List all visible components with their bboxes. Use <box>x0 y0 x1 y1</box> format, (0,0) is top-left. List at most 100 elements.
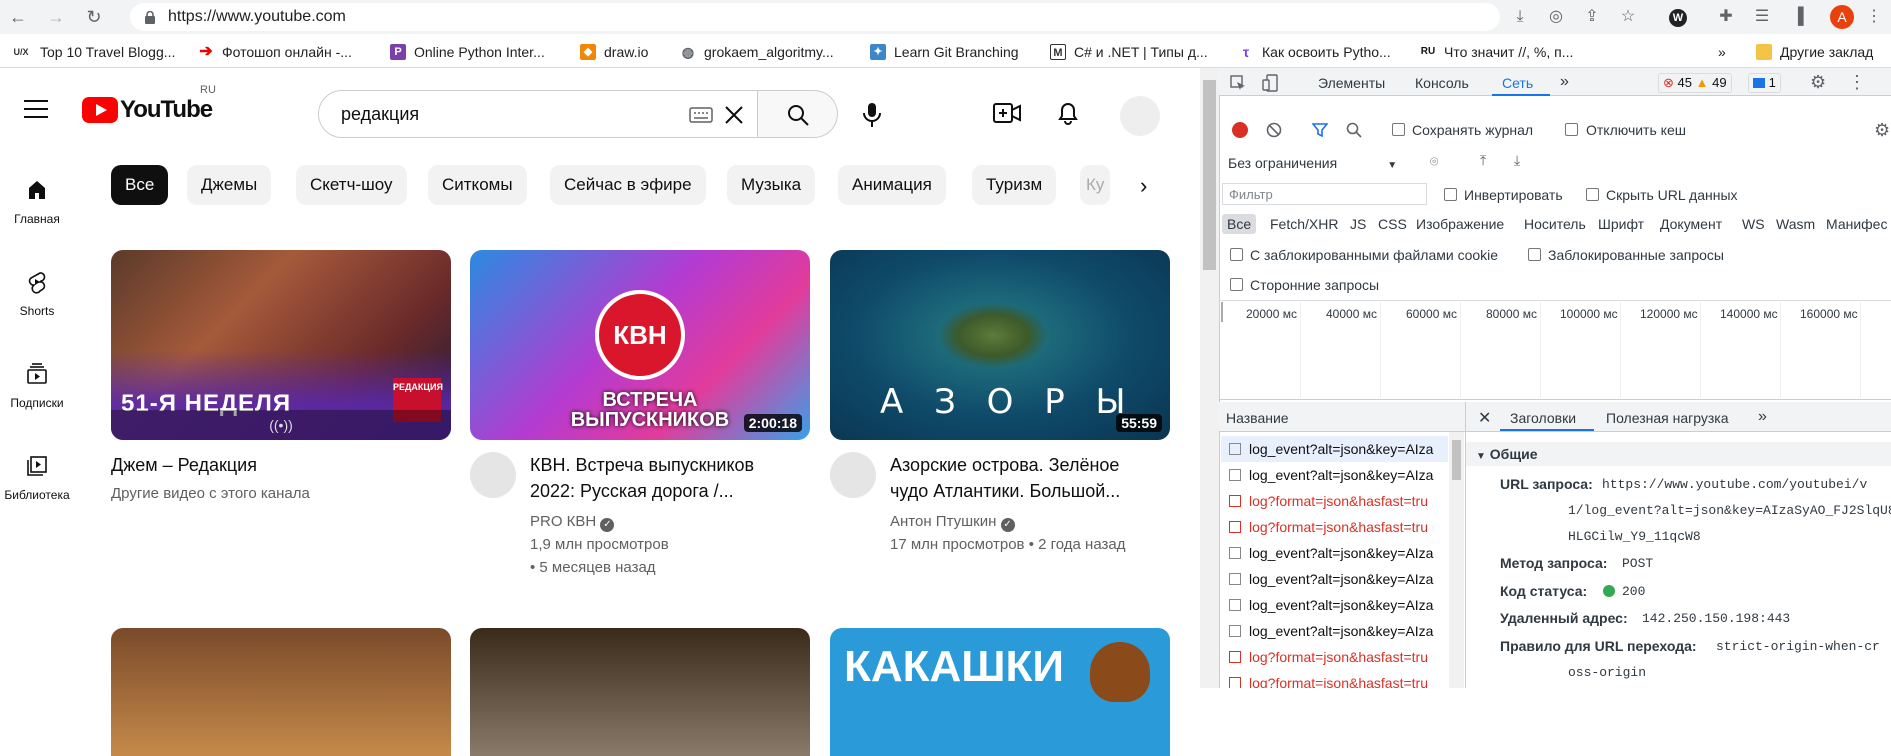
request-row[interactable]: log?format=json&hasfast=tru <box>1221 670 1448 688</box>
share-icon[interactable]: ⇪ <box>1580 5 1604 29</box>
search-button[interactable] <box>758 90 838 138</box>
search-input[interactable]: редакция <box>318 90 758 138</box>
account-avatar[interactable] <box>1120 96 1160 136</box>
video-title-line2[interactable]: 2022: Русская дорога /... <box>530 478 734 504</box>
request-row[interactable]: log_event?alt=json&key=AIza <box>1221 566 1448 592</box>
close-detail-icon[interactable]: ✕ <box>1478 408 1491 428</box>
request-list-scrollbar-thumb[interactable] <box>1452 440 1461 480</box>
search-network-icon[interactable] <box>1346 122 1362 138</box>
chip-music[interactable]: Музыка <box>727 165 816 205</box>
type-filter-media[interactable]: Носитель <box>1524 216 1586 232</box>
more-tabs-chevron-icon[interactable]: » <box>1560 73 1569 91</box>
video-thumbnail[interactable] <box>111 628 451 756</box>
device-toolbar-icon[interactable] <box>1262 74 1278 92</box>
video-thumbnail[interactable]: КВН ВСТРЕЧА ВЫПУСКНИКОВ 2:00:18 <box>470 250 810 440</box>
extensions-puzzle-icon[interactable]: ✚ <box>1714 5 1738 29</box>
filter-input[interactable]: Фильтр <box>1222 183 1427 205</box>
network-conditions-icon[interactable]: ⌾ <box>1430 153 1438 170</box>
disable-cache-checkbox[interactable] <box>1565 123 1578 136</box>
forward-icon[interactable]: → <box>44 5 68 29</box>
youtube-logo[interactable]: YouTube <box>82 96 213 124</box>
clear-search-icon[interactable] <box>723 104 745 126</box>
hamburger-menu-icon[interactable] <box>24 100 48 118</box>
type-filter-all[interactable]: Все <box>1222 214 1257 234</box>
clear-log-icon[interactable] <box>1266 122 1282 138</box>
video-thumbnail[interactable] <box>470 628 810 756</box>
type-filter-img[interactable]: Изображение <box>1416 216 1504 232</box>
tab-network[interactable]: Сеть <box>1502 75 1533 91</box>
page-scrollbar-thumb[interactable] <box>1203 80 1216 270</box>
chips-next-chevron-icon[interactable]: › <box>1140 173 1147 199</box>
bookmark-6[interactable]: M C# и .NET | Типы д... <box>1050 42 1208 62</box>
record-icon[interactable] <box>1232 122 1248 138</box>
tab-console[interactable]: Консоль <box>1415 75 1469 91</box>
hide-data-urls-checkbox[interactable] <box>1586 188 1599 201</box>
request-row[interactable]: log_event?alt=json&key=AIza <box>1221 592 1448 618</box>
chip-sitcoms[interactable]: Ситкомы <box>428 165 527 205</box>
bookmark-0[interactable]: U/X Top 10 Travel Blogg... <box>10 42 175 62</box>
video-channel[interactable]: Другие видео с этого канала <box>111 482 310 505</box>
profile-avatar[interactable]: A <box>1830 5 1854 29</box>
video-title[interactable]: КВН. Встреча выпускников <box>530 452 754 478</box>
request-row[interactable]: log_event?alt=json&key=AIza <box>1221 540 1448 566</box>
bookmark-2[interactable]: P Online Python Inter... <box>390 42 545 62</box>
channel-avatar[interactable] <box>830 452 876 498</box>
sidebar-item-home[interactable]: Главная <box>0 178 74 226</box>
bookmark-1[interactable]: ➔ Фотошоп онлайн -... <box>198 42 352 62</box>
video-thumbnail[interactable]: КАКАШКИ <box>830 628 1170 756</box>
filter-icon[interactable] <box>1312 122 1328 138</box>
bookmark-5[interactable]: ✦ Learn Git Branching <box>870 42 1019 62</box>
back-icon[interactable]: ← <box>6 5 30 29</box>
bookmark-8[interactable]: RU Что значит //, %, п... <box>1420 42 1574 62</box>
request-row[interactable]: log?format=json&hasfast=tru <box>1221 488 1448 514</box>
import-har-icon[interactable]: ⤒ <box>1480 152 1486 169</box>
request-row[interactable]: log_event?alt=json&key=AIza <box>1221 618 1448 644</box>
video-thumbnail[interactable]: 51-Я НЕДЕЛЯ РЕДАКЦИЯ ((•)) <box>111 250 451 440</box>
chip-tourism[interactable]: Туризм <box>972 165 1057 205</box>
devtools-menu-icon[interactable]: ⋮ <box>1848 72 1866 93</box>
type-filter-font[interactable]: Шрифт <box>1598 216 1644 232</box>
blocked-requests-checkbox[interactable] <box>1528 248 1541 261</box>
network-settings-gear-icon[interactable]: ⚙ <box>1874 120 1890 141</box>
settings-gear-icon[interactable]: ⚙ <box>1810 72 1826 93</box>
media-queue-icon[interactable]: ☰ <box>1750 5 1774 29</box>
invert-checkbox[interactable] <box>1444 188 1457 201</box>
network-overview-timeline[interactable] <box>1219 300 1891 400</box>
tab-elements[interactable]: Элементы <box>1318 75 1385 91</box>
channel-avatar[interactable] <box>470 452 516 498</box>
more-detail-tabs-chevron-icon[interactable]: » <box>1758 408 1767 426</box>
request-row[interactable]: log?format=json&hasfast=tru <box>1221 644 1448 670</box>
notifications-bell-icon[interactable] <box>1056 100 1080 126</box>
video-title[interactable]: Джем – Редакция <box>111 452 257 478</box>
request-row[interactable]: log?format=json&hasfast=tru <box>1221 514 1448 540</box>
tab-payload[interactable]: Полезная нагрузка <box>1606 410 1729 426</box>
reload-icon[interactable]: ↻ <box>82 5 106 29</box>
install-icon[interactable]: ⤓ <box>1508 5 1532 29</box>
tab-headers[interactable]: Заголовки <box>1510 410 1576 426</box>
keyboard-icon[interactable] <box>689 107 713 123</box>
chip-jams[interactable]: Джемы <box>187 165 272 205</box>
extension-w-icon[interactable]: W <box>1666 5 1690 29</box>
video-title-line2[interactable]: чудо Атлантики. Большой... <box>890 478 1120 504</box>
blocked-cookies-checkbox[interactable] <box>1230 248 1243 261</box>
throttling-select[interactable]: Без ограничения ▼ <box>1228 155 1397 171</box>
issues-counter[interactable]: ⊗ 45 ▲ 49 <box>1658 73 1732 93</box>
sidebar-item-library[interactable]: Библиотека <box>0 454 74 502</box>
chip-live[interactable]: Сейчас в эфире <box>550 165 706 205</box>
other-bookmarks[interactable]: Другие заклад <box>1756 42 1873 62</box>
chip-sketch[interactable]: Скетч-шоу <box>296 165 407 205</box>
type-filter-doc[interactable]: Документ <box>1660 216 1722 232</box>
star-icon[interactable]: ☆ <box>1616 5 1640 29</box>
inspect-element-icon[interactable] <box>1230 75 1246 91</box>
chip-all[interactable]: Все <box>111 165 169 205</box>
side-panel-icon[interactable]: ▐ <box>1786 5 1810 29</box>
type-filter-js[interactable]: JS <box>1350 216 1366 232</box>
video-channel[interactable]: PRO КВН ✓ <box>530 510 615 533</box>
export-har-icon[interactable]: ⤓ <box>1514 152 1520 169</box>
microphone-icon[interactable] <box>862 102 882 128</box>
request-row[interactable]: log_event?alt=json&key=AIza <box>1221 436 1448 462</box>
request-row[interactable]: log_event?alt=json&key=AIza <box>1221 462 1448 488</box>
eye-off-icon[interactable]: ◎ <box>1544 5 1568 29</box>
chip-partial[interactable]: Ку <box>1080 165 1110 205</box>
video-thumbnail[interactable]: А З О Р Ы 55:59 <box>830 250 1170 440</box>
